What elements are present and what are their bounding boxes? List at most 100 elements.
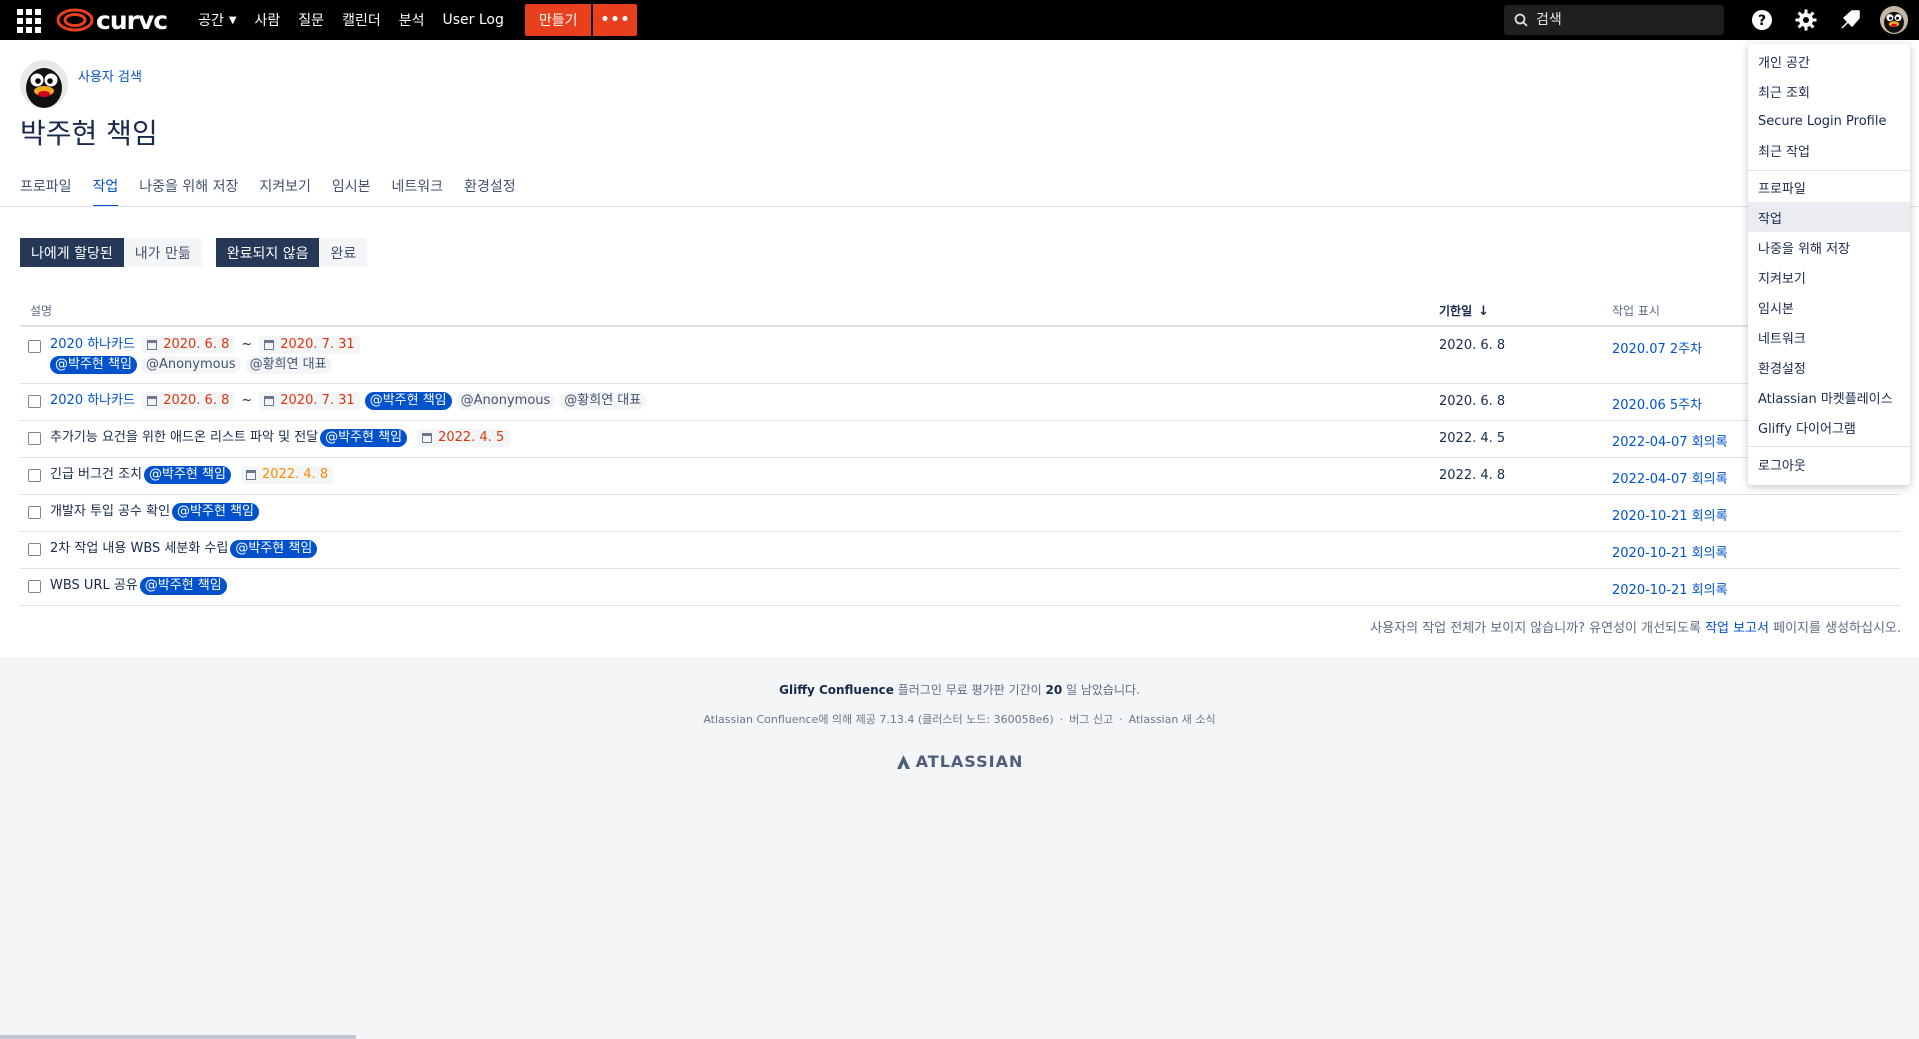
- curvc-logo[interactable]: curvc: [56, 0, 168, 40]
- header-due-date[interactable]: 기한일 ↓: [1439, 302, 1489, 319]
- task-location-link[interactable]: 2022-04-07 회의록: [1612, 431, 1728, 450]
- task-location-link[interactable]: 2020-10-21 회의록: [1612, 542, 1728, 561]
- tab-drafts[interactable]: 임시본: [332, 176, 371, 207]
- date-chip[interactable]: 2022. 4. 5: [417, 428, 510, 447]
- menu-recently-viewed[interactable]: 최근 조회: [1748, 76, 1910, 106]
- menu-personal-space[interactable]: 개인 공간: [1748, 46, 1910, 76]
- task-text: WBS URL 공유: [50, 578, 138, 593]
- tab-profile[interactable]: 프로파일: [20, 176, 72, 207]
- header-location[interactable]: 작업 표시: [1612, 302, 1660, 319]
- mention[interactable]: @황희연 대표: [244, 355, 332, 374]
- task-report-link[interactable]: 작업 보고서: [1705, 621, 1769, 636]
- create-button[interactable]: 만들기: [524, 4, 592, 36]
- menu-atlassian-marketplace[interactable]: Atlassian 마켓플레이스: [1748, 382, 1910, 412]
- task-checkbox[interactable]: [28, 432, 41, 445]
- filter-incomplete[interactable]: 완료되지 않음: [215, 238, 320, 267]
- mention[interactable]: @Anonymous: [455, 391, 556, 410]
- tab-tasks[interactable]: 작업: [92, 176, 119, 207]
- mention-me[interactable]: @박주현 책임: [230, 539, 318, 558]
- date-chip[interactable]: 2020. 6. 8: [142, 391, 235, 410]
- horizontal-scrollbar[interactable]: [0, 1035, 356, 1039]
- date-chip[interactable]: 2022. 4. 8: [240, 465, 334, 484]
- powered-by-text[interactable]: Atlassian Confluence에 의해 제공 7.13.4 (클러스터…: [703, 713, 1053, 726]
- menu-divider: [1748, 170, 1910, 171]
- task-checkbox[interactable]: [28, 580, 41, 593]
- app-switcher-icon[interactable]: [14, 6, 42, 34]
- menu-drafts[interactable]: 임시본: [1748, 292, 1910, 322]
- tab-settings[interactable]: 환경설정: [464, 176, 516, 207]
- mention-me[interactable]: @박주현 책임: [50, 355, 137, 374]
- nav-spaces-label: 공간: [198, 13, 224, 29]
- table-row: 2차 작업 내용 WBS 세분화 수립 @박주현 책임 2020-10-21 회의…: [20, 532, 1900, 569]
- nav-questions[interactable]: 질문: [289, 0, 333, 40]
- search-input[interactable]: [1536, 12, 1706, 28]
- menu-recent-work[interactable]: 최근 작업: [1748, 135, 1910, 165]
- menu-settings[interactable]: 환경설정: [1748, 352, 1910, 382]
- header-description[interactable]: 설명: [30, 302, 52, 319]
- user-avatar-button[interactable]: [1872, 0, 1916, 40]
- menu-network[interactable]: 네트워크: [1748, 322, 1910, 352]
- calendar-icon: [147, 339, 158, 350]
- tab-saved-for-later[interactable]: 나중을 위해 저장: [139, 176, 238, 207]
- date-chip[interactable]: 2020. 7. 31: [259, 335, 360, 354]
- page-title: 박주현 책임: [20, 117, 158, 150]
- nav-spaces[interactable]: 공간 ▼: [189, 0, 245, 40]
- task-link[interactable]: 2020 하나카드: [50, 337, 135, 352]
- mention-me[interactable]: @박주현 책임: [172, 502, 259, 521]
- task-link[interactable]: 2020 하나카드: [50, 393, 135, 408]
- atlassian-news-link[interactable]: Atlassian 새 소식: [1129, 713, 1216, 726]
- menu-tasks[interactable]: 작업: [1748, 202, 1910, 232]
- plugin-name: Gliffy Confluence: [779, 683, 894, 697]
- mention-me[interactable]: @박주현 책임: [320, 428, 408, 447]
- search-icon: [1514, 13, 1528, 27]
- notification-icon[interactable]: [1828, 0, 1872, 40]
- task-checkbox[interactable]: [28, 395, 41, 408]
- help-icon[interactable]: ?: [1740, 0, 1784, 40]
- mention-me[interactable]: @박주현 책임: [364, 391, 452, 410]
- task-text: 긴급 버그건 조치: [50, 467, 142, 482]
- mention[interactable]: @황희연 대표: [559, 391, 647, 410]
- task-location-link[interactable]: 2022-04-07 회의록: [1612, 468, 1728, 487]
- date-chip[interactable]: 2020. 6. 8: [142, 335, 235, 354]
- mention-me[interactable]: @박주현 책임: [144, 465, 231, 484]
- menu-watching[interactable]: 지켜보기: [1748, 262, 1910, 292]
- table-row: 개발자 투입 공수 확인 @박주현 책임 2020-10-21 회의록: [20, 495, 1900, 532]
- task-location-link[interactable]: 2020-10-21 회의록: [1612, 579, 1728, 598]
- nav-analytics[interactable]: 분석: [390, 0, 434, 40]
- tabs-divider: [0, 206, 1919, 207]
- task-checkbox[interactable]: [28, 506, 41, 519]
- report-hint-text-end: 페이지를 생성하십시오.: [1769, 621, 1901, 636]
- menu-saved-for-later[interactable]: 나중을 위해 저장: [1748, 232, 1910, 262]
- tab-watching[interactable]: 지켜보기: [259, 176, 311, 207]
- menu-profile[interactable]: 프로파일: [1748, 172, 1910, 202]
- task-checkbox[interactable]: [28, 340, 41, 353]
- main-nav: 공간 ▼ 사람 질문 캘린더 분석 User Log 만들기 •••: [189, 0, 638, 40]
- task-location-link[interactable]: 2020.07 2주차: [1612, 338, 1702, 357]
- date-chip[interactable]: 2020. 7. 31: [259, 391, 360, 410]
- task-checkbox[interactable]: [28, 543, 41, 556]
- nav-people[interactable]: 사람: [246, 0, 290, 40]
- filter-assigned-to-me[interactable]: 나에게 할당된: [20, 238, 124, 267]
- nav-calendar[interactable]: 캘린더: [333, 0, 390, 40]
- gear-icon[interactable]: [1784, 0, 1828, 40]
- report-bug-link[interactable]: 버그 신고: [1069, 713, 1113, 726]
- create-more-button[interactable]: •••: [593, 4, 638, 36]
- filter-created-by-me[interactable]: 내가 만듦: [123, 238, 202, 267]
- task-due-date: 2020. 6. 8: [1439, 338, 1506, 353]
- nav-user-log[interactable]: User Log: [433, 0, 512, 40]
- task-checkbox[interactable]: [28, 469, 41, 482]
- menu-secure-login-profile[interactable]: Secure Login Profile: [1748, 106, 1910, 136]
- task-due-date: 2022. 4. 8: [1439, 468, 1506, 483]
- table-row: 2020 하나카드 2020. 6. 8 ~2020. 7. 31 @박주현 책임 @…: [20, 384, 1900, 421]
- mention-me[interactable]: @박주현 책임: [139, 576, 227, 595]
- mention[interactable]: @Anonymous: [140, 355, 241, 374]
- task-location-link[interactable]: 2020-10-21 회의록: [1612, 505, 1728, 524]
- atlassian-logo[interactable]: ATLASSIAN: [0, 752, 1919, 771]
- menu-logout[interactable]: 로그아웃: [1748, 449, 1910, 479]
- tab-network[interactable]: 네트워크: [392, 176, 444, 207]
- search-box[interactable]: [1504, 5, 1724, 35]
- menu-gliffy-diagrams[interactable]: Gliffy 다이어그램: [1748, 412, 1910, 442]
- filter-complete[interactable]: 완료: [319, 238, 368, 267]
- task-location-link[interactable]: 2020.06 5주차: [1612, 394, 1702, 413]
- user-search-link[interactable]: 사용자 검색: [78, 66, 142, 85]
